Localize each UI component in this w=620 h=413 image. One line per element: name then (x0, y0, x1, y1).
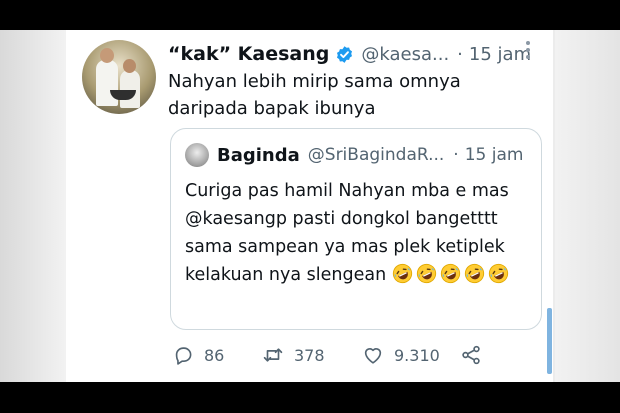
like-count: 9.310 (394, 345, 440, 365)
reply-count: 86 (204, 345, 225, 365)
retweet-icon (263, 348, 283, 362)
quoted-header: Baginda @SriBagindaR... · 15 jam (217, 142, 523, 168)
rofl-emoji-icon (392, 263, 412, 284)
retweet-count: 378 (294, 345, 325, 365)
avatar[interactable] (82, 40, 156, 114)
heart-icon (364, 348, 382, 364)
avatar-figure (100, 48, 114, 63)
reply-button[interactable]: 86 (172, 342, 224, 368)
rofl-emoji-icon (488, 263, 508, 284)
quoted-avatar[interactable] (185, 143, 209, 167)
quoted-display-name: Baginda (217, 144, 300, 166)
rofl-emoji-icon (464, 263, 484, 284)
scrollbar[interactable] (547, 308, 552, 374)
timestamp[interactable]: 15 jam (469, 44, 531, 65)
rofl-emoji-icon (416, 263, 436, 284)
action-bar: 86 378 9.310 (172, 342, 552, 368)
background-blur-left (0, 30, 68, 382)
like-button[interactable]: 9.310 (362, 342, 440, 368)
retweet-button[interactable]: 378 (262, 342, 325, 368)
avatar-figure (96, 60, 118, 106)
quoted-handle: @SriBagindaR... (307, 145, 445, 165)
rofl-emoji-icon (440, 263, 460, 284)
avatar-figure (120, 70, 140, 108)
reply-icon (175, 347, 192, 365)
quoted-timestamp: 15 jam (464, 145, 524, 165)
quoted-tweet[interactable]: Baginda @SriBagindaR... · 15 jam Curiga … (170, 128, 542, 330)
background-blur-right (555, 30, 620, 382)
separator: · (457, 43, 463, 65)
tweet-header: “kak” Kaesang @kaesa... · 15 jam (168, 40, 531, 68)
handle[interactable]: @kaesa... (361, 44, 449, 65)
screenshot-frame: “kak” Kaesang @kaesa... · 15 jam Nahyan … (0, 30, 620, 382)
share-icon (462, 345, 480, 365)
quoted-text-block: Curiga pas hamil Nahyan mba e mas @kaesa… (185, 177, 535, 289)
share-button[interactable] (460, 342, 482, 368)
display-name[interactable]: “kak” Kaesang (168, 43, 329, 65)
emoji-row (392, 263, 512, 285)
tweet-card[interactable]: “kak” Kaesang @kaesa... · 15 jam Nahyan … (66, 30, 553, 382)
avatar-figure (123, 59, 136, 73)
verified-badge-icon (337, 45, 353, 63)
tweet-text: Nahyan lebih mirip sama omnya daripada b… (168, 71, 461, 119)
separator: · (453, 145, 459, 165)
more-icon[interactable] (524, 40, 532, 60)
